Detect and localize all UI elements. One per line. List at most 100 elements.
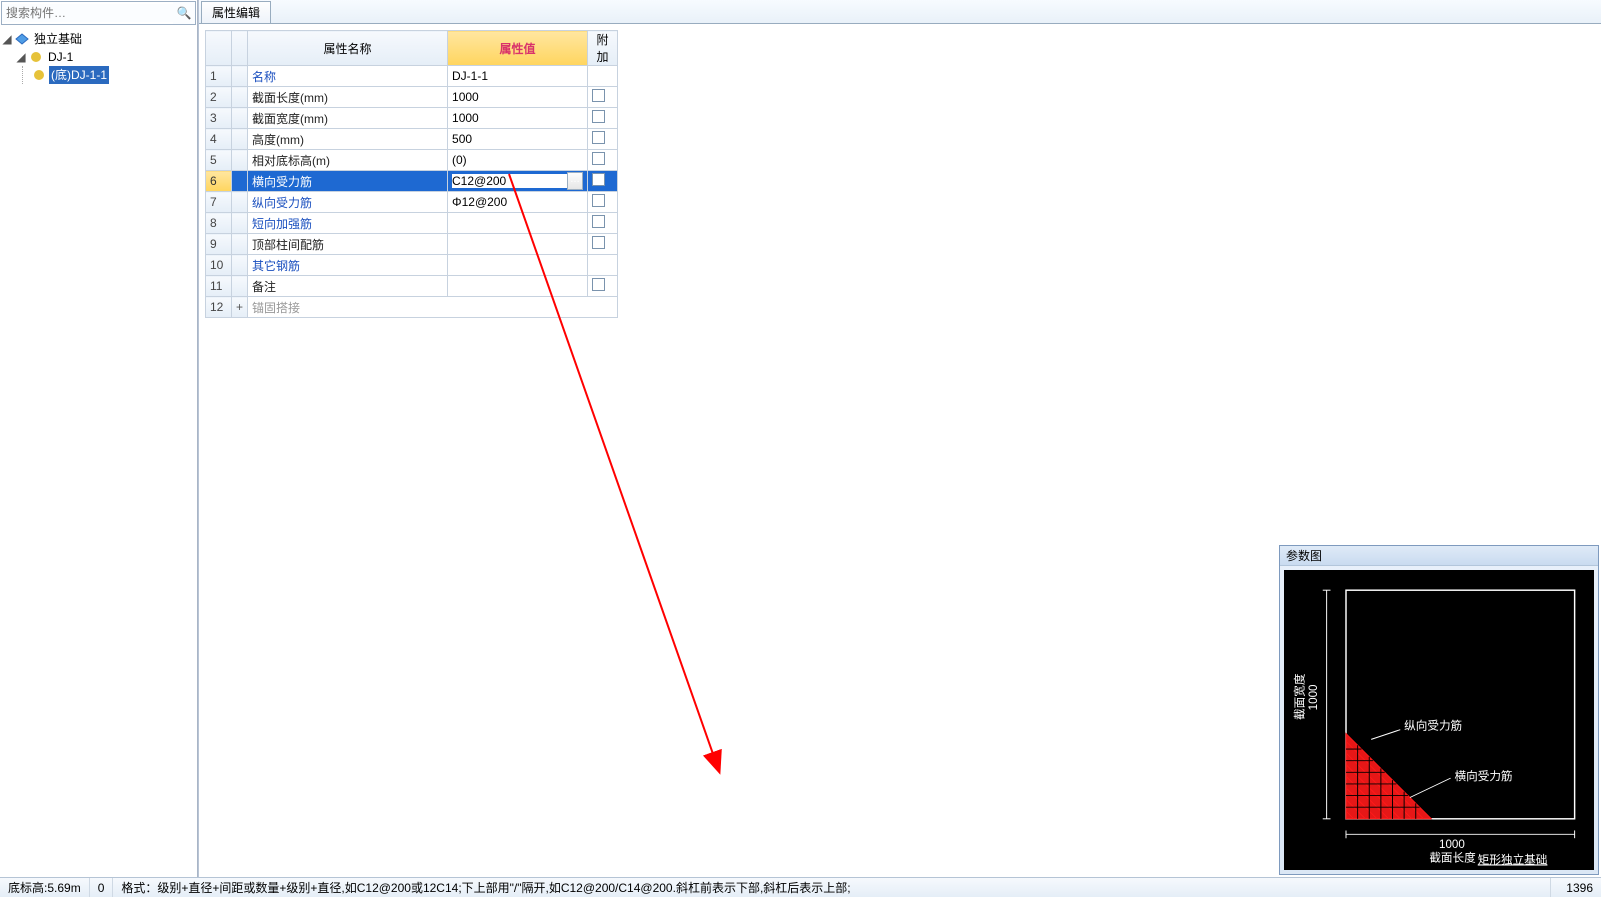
property-row[interactable]: 10其它钢筋: [206, 255, 618, 276]
svg-text:矩形独立基础: 矩形独立基础: [1478, 852, 1548, 866]
property-row[interactable]: 11备注: [206, 276, 618, 297]
tree-root[interactable]: ◢ 独立基础: [2, 30, 195, 48]
col-blank: [206, 31, 232, 66]
property-row[interactable]: 6横向受力筋…: [206, 171, 618, 192]
property-name: 名称: [248, 66, 448, 87]
property-name: 截面宽度(mm): [248, 108, 448, 129]
expand-toggle: [232, 66, 248, 87]
status-number: 1396: [1551, 878, 1601, 897]
parameter-diagram-panel: 参数图: [1279, 545, 1599, 875]
expand-toggle: [232, 234, 248, 255]
property-value[interactable]: [448, 234, 588, 255]
property-value[interactable]: [448, 213, 588, 234]
sidebar: 🔍 ◢ 独立基础 ◢ DJ-1: [0, 0, 198, 877]
property-name: 其它钢筋: [248, 255, 448, 276]
status-elevation: 底标高:5.69m: [0, 878, 90, 897]
property-addon-checkbox[interactable]: [588, 192, 618, 213]
tab-properties[interactable]: 属性编辑: [201, 1, 271, 23]
right-pane: 属性编辑 属性名称 属性值 附加 1 名称DJ-1-12截面长度(mm)10003…: [198, 0, 1601, 877]
gear-icon: [31, 67, 47, 83]
property-row[interactable]: 9 顶部柱间配筋: [206, 234, 618, 255]
property-addon-checkbox[interactable]: [588, 171, 618, 192]
property-addon-checkbox[interactable]: [588, 129, 618, 150]
expand-toggle: [232, 255, 248, 276]
svg-text:截面长度: 截面长度: [1429, 850, 1476, 864]
property-addon-checkbox[interactable]: [588, 276, 618, 297]
property-addon-checkbox[interactable]: [588, 255, 618, 276]
search-button[interactable]: 🔍: [173, 2, 195, 24]
property-addon-checkbox[interactable]: [588, 108, 618, 129]
tree-root-label: 独立基础: [32, 30, 84, 48]
expand-toggle: [232, 192, 248, 213]
property-row[interactable]: 3 截面宽度(mm)1000: [206, 108, 618, 129]
property-addon-checkbox[interactable]: [588, 66, 618, 87]
tree-leaf[interactable]: (底)DJ-1-1: [29, 66, 195, 84]
ellipsis-button[interactable]: …: [567, 172, 583, 190]
status-hint: 格式：级别+直径+间距或数量+级别+直径,如C12@200或12C14;下上部用…: [113, 878, 1551, 897]
row-index: 4: [206, 129, 232, 150]
row-index: 9: [206, 234, 232, 255]
property-value[interactable]: Φ12@200: [448, 192, 588, 213]
svg-text:纵向受力筋: 纵向受力筋: [1404, 719, 1462, 733]
property-table: 属性名称 属性值 附加 1 名称DJ-1-12截面长度(mm)10003 截面宽度(…: [205, 30, 618, 318]
expand-toggle: [232, 150, 248, 171]
row-index: 2: [206, 87, 232, 108]
property-addon-checkbox[interactable]: [588, 213, 618, 234]
expand-toggle: [232, 213, 248, 234]
expand-toggle: [232, 276, 248, 297]
row-index: 1: [206, 66, 232, 87]
property-value[interactable]: 500: [448, 129, 588, 150]
property-name: 锚固搭接: [248, 297, 618, 318]
row-index: 3: [206, 108, 232, 129]
row-index: 6: [206, 171, 232, 192]
svg-text:1000: 1000: [1307, 684, 1320, 710]
property-name: 短向加强筋: [248, 213, 448, 234]
search-icon: 🔍: [177, 6, 192, 20]
tree-leaf-label: (底)DJ-1-1: [49, 66, 109, 84]
property-name: 顶部柱间配筋: [248, 234, 448, 255]
property-row[interactable]: 1 名称DJ-1-1: [206, 66, 618, 87]
property-value[interactable]: [448, 255, 588, 276]
property-row[interactable]: 5相对底标高(m)(0): [206, 150, 618, 171]
property-row[interactable]: 2截面长度(mm)1000: [206, 87, 618, 108]
property-value-input[interactable]: [452, 174, 567, 188]
svg-text:截面宽度: 截面宽度: [1292, 673, 1306, 720]
component-tree[interactable]: ◢ 独立基础 ◢ DJ-1: [0, 26, 197, 877]
property-addon-checkbox[interactable]: [588, 150, 618, 171]
tab-bar: 属性编辑: [199, 0, 1601, 24]
property-name: 相对底标高(m): [248, 150, 448, 171]
parameter-diagram-title: 参数图: [1280, 546, 1598, 566]
status-bar: 底标高:5.69m 0 格式：级别+直径+间距或数量+级别+直径,如C12@20…: [0, 877, 1601, 897]
property-row[interactable]: 8短向加强筋: [206, 213, 618, 234]
property-name: 备注: [248, 276, 448, 297]
property-value[interactable]: …: [448, 171, 588, 192]
content-area: 属性名称 属性值 附加 1名称DJ-1-12截面长度(mm)10003截面宽度(…: [199, 24, 1601, 877]
property-value[interactable]: [448, 276, 588, 297]
row-index: 12: [206, 297, 232, 318]
col-add-header: 附加: [588, 31, 618, 66]
expand-toggle: [232, 129, 248, 150]
status-zero: 0: [90, 878, 114, 897]
search-input[interactable]: [2, 4, 173, 22]
tree-toggle[interactable]: ◢: [2, 30, 12, 48]
tree-child-label: DJ-1: [46, 48, 75, 66]
property-value[interactable]: 1000: [448, 87, 588, 108]
property-row[interactable]: 7纵向受力筋Φ12@200: [206, 192, 618, 213]
property-addon-checkbox[interactable]: [588, 234, 618, 255]
col-value-header: 属性值: [448, 31, 588, 66]
expand-toggle[interactable]: +: [232, 297, 248, 318]
property-row[interactable]: 4高度(mm)500: [206, 129, 618, 150]
expand-toggle: [232, 87, 248, 108]
tree-toggle[interactable]: ◢: [16, 48, 26, 66]
property-value[interactable]: DJ-1-1: [448, 66, 588, 87]
property-value[interactable]: (0): [448, 150, 588, 171]
property-addon-checkbox[interactable]: [588, 87, 618, 108]
expand-toggle: [232, 108, 248, 129]
property-row[interactable]: 12+锚固搭接: [206, 297, 618, 318]
parameter-diagram-canvas: 纵向受力筋 横向受力筋 1000 截面长度 1000 截面宽度 矩形独立基础: [1284, 570, 1594, 870]
property-value[interactable]: 1000: [448, 108, 588, 129]
col-name-header: 属性名称: [248, 31, 448, 66]
tree-child[interactable]: ◢ DJ-1: [16, 48, 195, 66]
gear-icon: [28, 49, 44, 65]
property-name: 纵向受力筋: [248, 192, 448, 213]
